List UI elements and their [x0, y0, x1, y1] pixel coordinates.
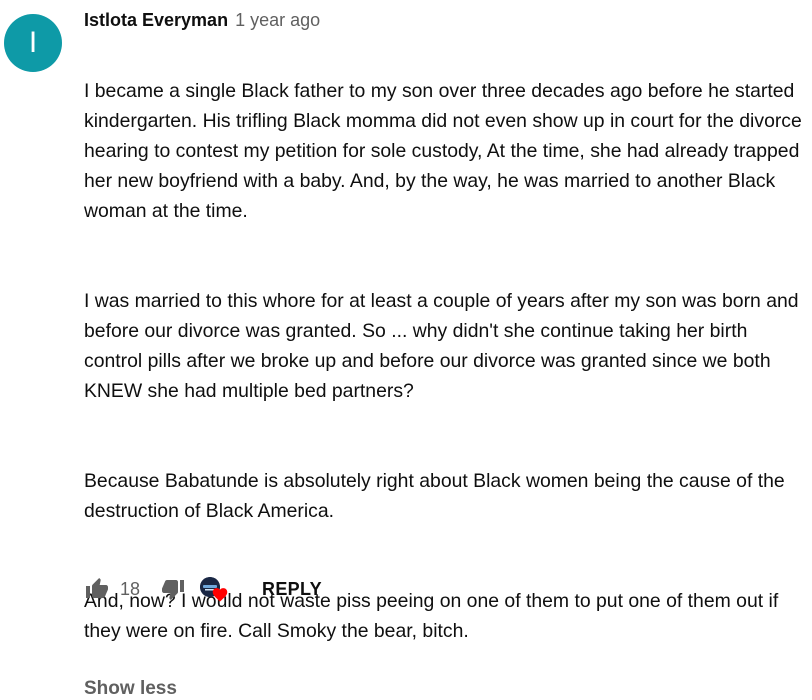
author-avatar[interactable]: I	[4, 14, 62, 72]
show-less-button[interactable]: Show less	[84, 678, 177, 700]
like-button[interactable]	[84, 576, 110, 602]
comment-paragraph: I became a single Black father to my son…	[84, 80, 802, 222]
dislike-button[interactable]	[160, 576, 186, 602]
author-name[interactable]: Istlota Everyman	[84, 10, 228, 31]
thumbs-down-icon	[162, 580, 185, 600]
avatar-letter: I	[28, 26, 38, 59]
thumbs-up-icon	[86, 578, 108, 598]
comment-time[interactable]: 1 year ago	[235, 10, 320, 31]
comment-header: Istlota Everyman 1 year ago	[84, 10, 806, 40]
comment-paragraph: Because Babatunde is absolutely right ab…	[84, 470, 785, 522]
comment-paragraph: I was married to this whore for at least…	[84, 290, 799, 402]
creator-heart	[200, 574, 232, 604]
reply-button[interactable]: REPLY	[262, 579, 322, 600]
heart-icon	[212, 588, 228, 602]
like-count: 18	[120, 578, 141, 599]
comment-toolbar: 18 REPLY	[84, 574, 322, 604]
